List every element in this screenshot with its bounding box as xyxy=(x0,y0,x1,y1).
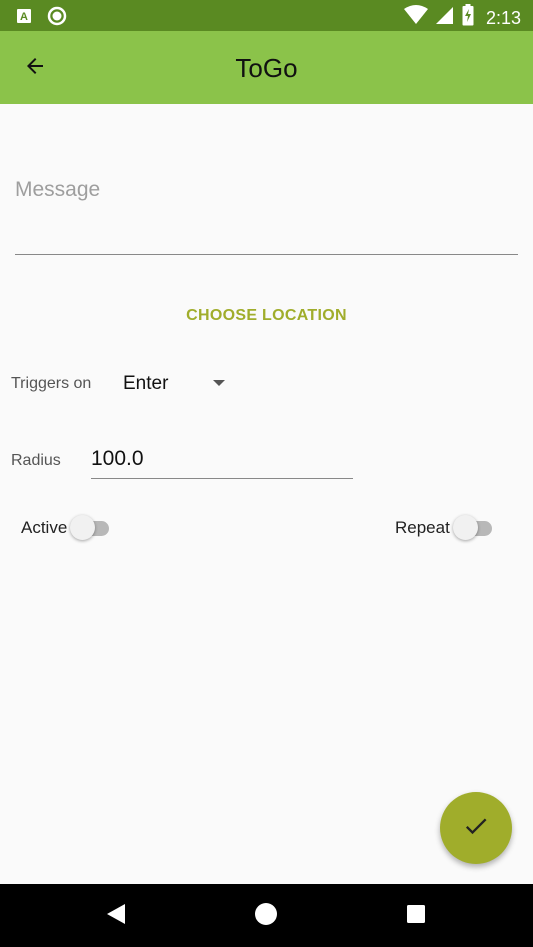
cellular-signal-icon xyxy=(435,5,454,30)
back-triangle-icon xyxy=(105,903,127,930)
app-title: ToGo xyxy=(235,53,298,83)
active-switch-thumb xyxy=(70,515,96,540)
status-bar: A 2:13 xyxy=(0,0,533,31)
active-label: Active xyxy=(21,518,68,537)
nav-recents-button[interactable] xyxy=(401,901,431,931)
check-icon xyxy=(462,812,490,845)
repeat-switch[interactable] xyxy=(450,513,496,543)
wifi-icon xyxy=(403,5,428,30)
status-left-icons: A xyxy=(16,6,67,31)
navigation-bar xyxy=(0,884,533,947)
triggers-dropdown[interactable]: Enter xyxy=(123,370,233,398)
dropdown-arrow-icon xyxy=(213,380,225,386)
triggers-selected-value: Enter xyxy=(123,373,169,394)
message-field xyxy=(15,170,518,255)
app-notification-icon: A xyxy=(16,8,32,29)
radius-label: Radius xyxy=(11,452,61,469)
nav-home-button[interactable] xyxy=(251,901,281,931)
radius-input[interactable] xyxy=(91,447,353,471)
radius-field xyxy=(91,444,353,479)
message-input[interactable] xyxy=(15,178,518,202)
app-bar: ToGo xyxy=(0,31,533,104)
status-right-icons: 2:13 xyxy=(403,4,521,31)
triggers-label: Triggers on xyxy=(11,375,92,392)
recents-square-icon xyxy=(405,903,427,930)
home-circle-icon xyxy=(254,902,278,931)
status-time: 2:13 xyxy=(485,7,521,28)
repeat-switch-thumb xyxy=(452,515,478,540)
save-fab-button[interactable] xyxy=(440,792,512,864)
battery-charging-icon xyxy=(462,4,474,31)
choose-location-button[interactable]: CHOOSE LOCATION xyxy=(0,304,533,328)
active-switch[interactable] xyxy=(67,513,113,543)
svg-text:A: A xyxy=(20,11,28,23)
nav-back-button[interactable] xyxy=(101,901,131,931)
active-switch-group: Active xyxy=(21,513,113,543)
repeat-switch-group: Repeat xyxy=(395,513,496,543)
sync-circle-icon xyxy=(47,6,67,31)
repeat-label: Repeat xyxy=(395,518,450,537)
screen: A 2:13 ToGo Message CHOOSE LOCATION Trig… xyxy=(0,0,533,947)
